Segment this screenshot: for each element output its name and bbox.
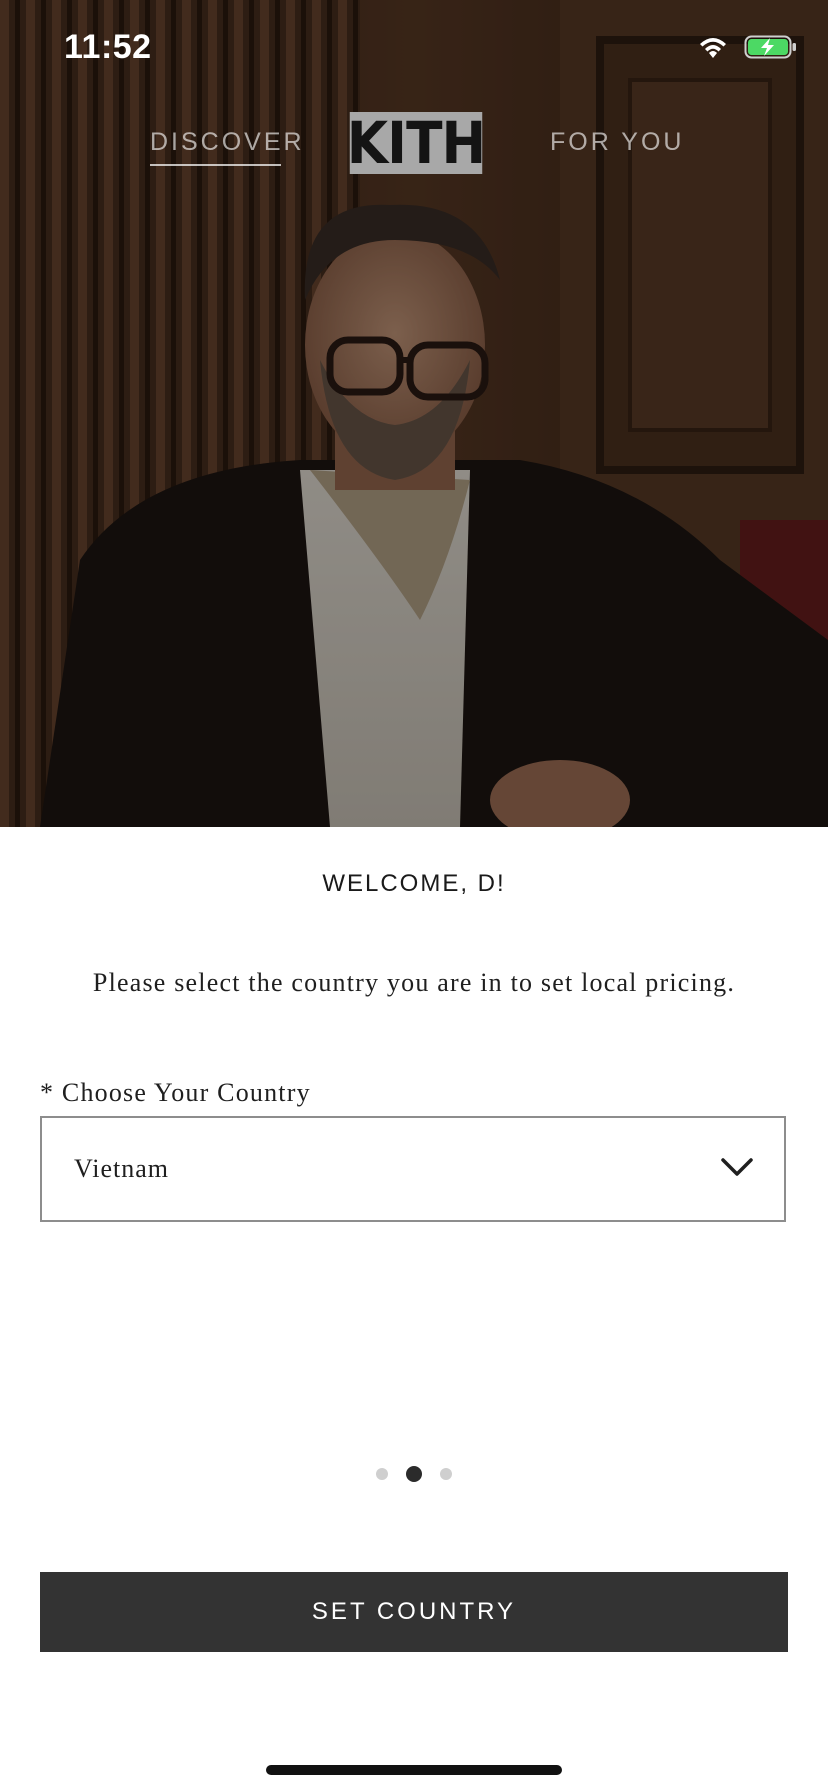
welcome-title: WELCOME, D! bbox=[322, 870, 506, 897]
page-indicator bbox=[0, 1466, 828, 1482]
country-field-label: * Choose Your Country bbox=[40, 1078, 311, 1107]
status-time: 11:52 bbox=[64, 28, 152, 66]
instruction-text: Please select the country you are in to … bbox=[92, 968, 736, 997]
home-indicator bbox=[266, 1765, 562, 1775]
status-icons bbox=[696, 34, 798, 60]
country-selected-value: Vietnam bbox=[74, 1154, 169, 1183]
page-dot-1[interactable] bbox=[376, 1468, 388, 1480]
hero-banner: 11:52 DISCOVER KITH FOR YOU bbox=[0, 0, 828, 827]
page-dot-3[interactable] bbox=[440, 1468, 452, 1480]
country-select[interactable]: Vietnam bbox=[40, 1116, 786, 1222]
brand-logo[interactable]: KITH bbox=[347, 112, 486, 174]
tab-for-you[interactable]: FOR YOU bbox=[550, 128, 684, 157]
battery-charging-icon bbox=[744, 35, 796, 59]
wifi-icon bbox=[700, 38, 726, 58]
set-country-button[interactable]: SET COUNTRY bbox=[40, 1572, 788, 1652]
tab-discover[interactable]: DISCOVER bbox=[150, 128, 305, 157]
chevron-down-icon bbox=[721, 1158, 753, 1176]
tab-discover-indicator bbox=[150, 164, 281, 166]
page-dot-2-active[interactable] bbox=[406, 1466, 422, 1482]
